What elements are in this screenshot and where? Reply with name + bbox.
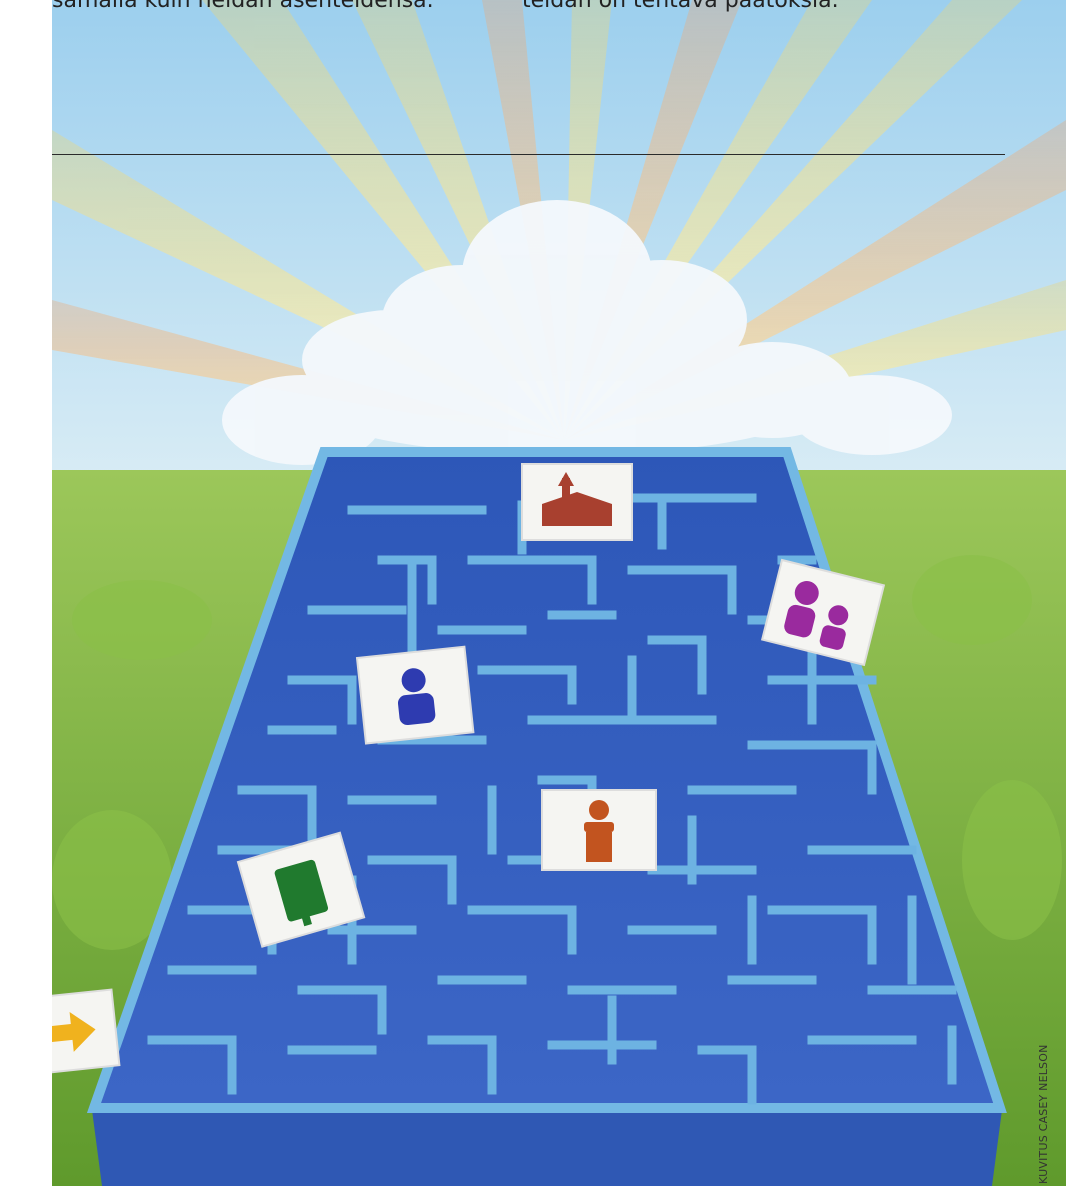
- maze-illustration: samalla kuin heidän asenteidensa. teidän…: [10, 0, 1066, 1186]
- article-text-left: samalla kuin heidän asenteidensa.: [52, 0, 434, 13]
- section-divider: [52, 154, 1005, 155]
- maze-scene: [10, 0, 1066, 1186]
- boy-card: [355, 645, 475, 745]
- church-card: [521, 463, 633, 541]
- illustration-credit: KUVITUS CASEY NELSON: [1037, 1044, 1050, 1184]
- arrow-card: [10, 988, 121, 1077]
- article-text-right: teidän on tehtävä päätöksiä.: [522, 0, 839, 13]
- maze-front-face: [92, 1110, 1002, 1186]
- speaker-card: [541, 789, 657, 871]
